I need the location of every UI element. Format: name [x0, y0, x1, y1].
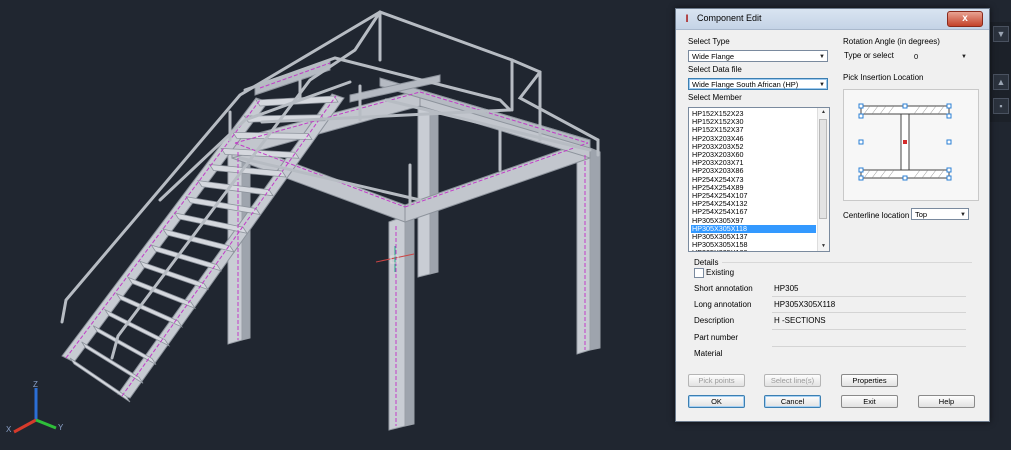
exit-button[interactable]: Exit: [841, 395, 898, 408]
component-edit-dialog: I Component Edit x Select Type Wide Flan…: [675, 8, 990, 422]
column-front-center-side: [404, 215, 415, 427]
column-front-left-side: [241, 145, 251, 341]
member-listbox[interactable]: HP152X152X23 HP152X152X30 HP152X152X37 HP20…: [688, 107, 830, 252]
select-type-combo[interactable]: Wide Flange ▼: [688, 50, 828, 62]
dialog-titlebar[interactable]: I Component Edit x: [676, 9, 989, 30]
short-annotation-label: Short annotation: [694, 284, 753, 293]
rotation-angle-value: 0: [914, 52, 919, 61]
column-front-right-side: [589, 147, 601, 351]
select-type-value: Wide Flange: [692, 52, 735, 61]
select-data-file-label: Select Data file: [688, 65, 742, 74]
chevron-down-icon: ▼: [819, 54, 825, 60]
select-lines-button[interactable]: Select line(s): [764, 374, 821, 387]
select-data-file-combo[interactable]: Wide Flange South African (HP) ▼: [688, 78, 828, 90]
centerline-location-value: Top: [915, 210, 928, 219]
select-type-label: Select Type: [688, 37, 730, 46]
insertion-location-picker[interactable]: [843, 89, 979, 201]
stair-tread: [162, 228, 235, 253]
cancel-button[interactable]: Cancel: [764, 395, 821, 408]
dialog-title: Component Edit: [697, 13, 762, 23]
properties-button[interactable]: Properties: [841, 374, 898, 387]
app-side-controls: ▼ ▲ ▪: [990, 22, 1011, 122]
details-divider: [722, 262, 972, 263]
material-label: Material: [694, 349, 723, 358]
scroll-down-icon[interactable]: ▼: [818, 242, 829, 251]
scroll-thumb[interactable]: [819, 119, 827, 219]
chevron-down-icon: ▼: [960, 212, 966, 218]
select-data-file-value: Wide Flange South African (HP): [692, 80, 799, 89]
centerline-location-combo[interactable]: Top ▼: [911, 208, 969, 220]
centerline-location-label: Centerline location: [843, 211, 910, 220]
scroll-up-icon[interactable]: ▲: [818, 108, 829, 117]
short-annotation-field: [772, 296, 966, 297]
description-label: Description: [694, 316, 735, 325]
axis-y-label: Y: [58, 423, 64, 432]
stair-tread: [69, 357, 131, 403]
beam-app-icon: I: [685, 13, 689, 25]
long-annotation-label: Long annotation: [694, 300, 752, 309]
close-button[interactable]: x: [947, 11, 983, 27]
rotation-hint: Type or select: [844, 51, 894, 60]
details-label: Details: [694, 258, 719, 267]
axis-x-label: X: [6, 425, 12, 434]
part-number-label: Part number: [694, 333, 739, 342]
chevron-down-icon: ▼: [819, 82, 825, 88]
side-up-arrow-icon[interactable]: ▲: [993, 74, 1009, 90]
help-button[interactable]: Help: [918, 395, 975, 408]
member-scrollbar[interactable]: ▲ ▼: [817, 108, 829, 251]
column-back-center-side: [429, 104, 439, 275]
stair-tread: [138, 260, 209, 291]
existing-label: Existing: [706, 268, 735, 277]
description-field: [772, 329, 966, 330]
pick-points-button[interactable]: Pick points: [688, 374, 745, 387]
column-back-center: [417, 104, 431, 278]
ucs-axis-icon: Z X Y: [6, 380, 64, 434]
rotation-angle-combo[interactable]: 0 ▼: [910, 50, 970, 62]
side-down-arrow-icon[interactable]: ▼: [993, 26, 1009, 42]
existing-checkbox[interactable]: [694, 268, 704, 278]
part-number-field: [772, 346, 966, 347]
column-front-right: [576, 147, 591, 355]
description-value[interactable]: H -SECTIONS: [774, 316, 826, 325]
short-annotation-value[interactable]: HP305: [774, 284, 798, 293]
member-list-item[interactable]: HP305X305X180: [691, 249, 816, 251]
long-annotation-field: [772, 312, 966, 313]
column-front-center: [388, 215, 406, 431]
ok-button[interactable]: OK: [688, 395, 745, 408]
stair-tread: [231, 131, 313, 140]
stair-tread: [150, 244, 222, 272]
rotation-angle-label: Rotation Angle (in degrees): [843, 37, 940, 46]
i-beam-section-icon: [858, 103, 952, 181]
axis-z-label: Z: [33, 380, 38, 389]
long-annotation-value[interactable]: HP305X305X118: [774, 300, 835, 309]
side-grip-icon[interactable]: ▪: [993, 98, 1009, 114]
pick-insertion-label: Pick Insertion Location: [843, 73, 924, 82]
select-member-label: Select Member: [688, 93, 742, 102]
chevron-down-icon: ▼: [961, 54, 967, 60]
